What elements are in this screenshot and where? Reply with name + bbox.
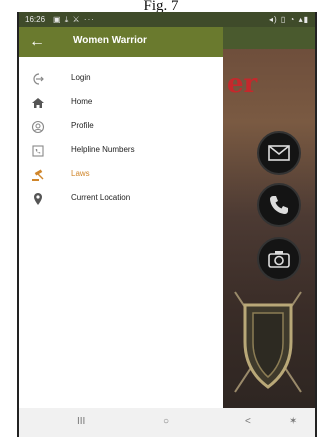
phone-icon <box>270 196 288 214</box>
notification-icons: ▣ ⤓ ⚔ ··· <box>53 15 95 24</box>
menu-item-label: Helpline Numbers <box>71 145 135 154</box>
menu-item-label: Current Location <box>71 193 131 202</box>
menu-item-label: Login <box>71 73 91 82</box>
menu-item-label: Home <box>71 97 93 106</box>
accessibility-button[interactable]: ✶ <box>289 416 297 427</box>
back-button[interactable]: < <box>245 416 251 427</box>
background-app-bar <box>223 27 315 49</box>
status-time: 16:26 <box>25 15 46 24</box>
menu-item-login[interactable]: Login <box>19 67 223 91</box>
mail-icon <box>268 145 290 161</box>
phone-screen: 16:26 ▣ ⤓ ⚔ ··· ◂) ▯ ◔ ▴▮ er ← Women War… <box>17 12 317 437</box>
status-bar: 16:26 ▣ ⤓ ⚔ ··· ◂) ▯ ◔ ▴▮ <box>19 12 315 27</box>
camera-icon <box>268 251 290 268</box>
shield-icon <box>234 291 302 393</box>
background-app: er <box>223 27 315 408</box>
location-pin-icon <box>34 193 42 205</box>
recents-button[interactable]: III <box>77 416 85 427</box>
home-button[interactable]: ○ <box>163 416 169 427</box>
menu-item-current-location[interactable]: Current Location <box>19 187 223 211</box>
shield-emblem <box>233 287 303 402</box>
call-button[interactable] <box>257 183 301 227</box>
system-nav-bar: III ○ < ✶ <box>19 408 315 437</box>
app-title: Women Warrior <box>73 35 147 46</box>
menu-item-label: Laws <box>71 169 90 178</box>
app-bar: ← Women Warrior <box>19 27 223 57</box>
menu-item-label: Profile <box>71 121 94 130</box>
background-title-fragment: er <box>227 69 258 99</box>
home-icon <box>32 98 44 108</box>
gavel-icon <box>32 169 44 181</box>
drawer-menu: Login Home Profile Helpline Numbers Laws… <box>19 67 223 211</box>
profile-icon <box>31 120 45 134</box>
mail-button[interactable] <box>257 131 301 175</box>
navigation-drawer: ← Women Warrior Login Home Profile Helpl… <box>19 27 223 408</box>
menu-item-laws[interactable]: Laws <box>19 163 223 187</box>
system-status-icons: ◂) ▯ ◔ ▴▮ <box>269 15 309 24</box>
helpline-icon <box>32 145 44 157</box>
arrow-back-icon[interactable]: ← <box>29 32 49 52</box>
menu-item-helpline[interactable]: Helpline Numbers <box>19 139 223 163</box>
camera-button[interactable] <box>257 237 301 281</box>
login-icon <box>33 73 44 85</box>
menu-item-profile[interactable]: Profile <box>19 115 223 139</box>
figure-caption: Fig. 7 <box>143 0 179 12</box>
menu-item-home[interactable]: Home <box>19 91 223 115</box>
